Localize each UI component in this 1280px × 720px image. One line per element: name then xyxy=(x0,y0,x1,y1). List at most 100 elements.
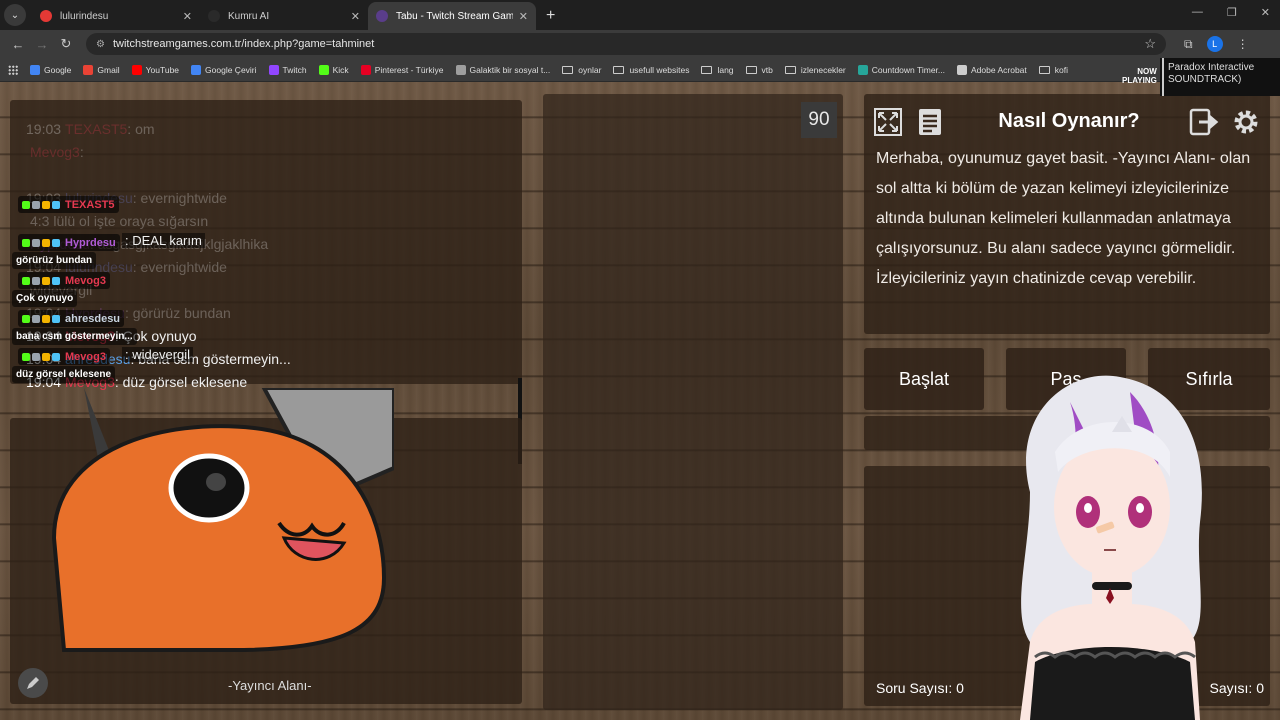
bookmark-label: Adobe Acrobat xyxy=(971,64,1027,75)
bookmark-favicon-icon xyxy=(455,64,466,75)
tab-tabu[interactable]: Tabu - Twitch Stream Games ✕ xyxy=(368,2,536,30)
overlay-inline-text: : widevergil xyxy=(122,347,194,362)
bookmark-label: Google Çeviri xyxy=(205,64,257,75)
new-tab-icon[interactable]: + xyxy=(546,7,555,25)
tab-search-icon[interactable]: ⌄ xyxy=(4,4,26,26)
close-tab-icon[interactable]: ✕ xyxy=(519,10,528,23)
extensions-icon[interactable]: ⧉ xyxy=(1184,37,1193,52)
close-window-icon[interactable]: ✕ xyxy=(1261,6,1270,19)
bookmark-label: Pinterest - Türkiye xyxy=(374,64,444,75)
restore-icon[interactable]: ❐ xyxy=(1227,6,1237,19)
tab-lulurindesu[interactable]: lulurindesu ✕ xyxy=(32,2,200,30)
overlay-username: Mevog3 xyxy=(65,274,106,287)
chat-timestamp: 19:03 xyxy=(26,121,62,137)
bookmark-item[interactable]: izlenecekler xyxy=(784,64,846,75)
bookmark-favicon-icon xyxy=(30,64,40,75)
tab-title: lulurindesu xyxy=(60,10,109,22)
bookmark-item[interactable]: Adobe Acrobat xyxy=(957,64,1027,75)
close-tab-icon[interactable]: ✕ xyxy=(351,10,360,23)
bookmark-item[interactable]: Google Çeviri xyxy=(191,64,257,75)
bookmark-item[interactable]: Countdown Timer... xyxy=(857,64,945,75)
site-favicon-icon xyxy=(376,10,388,22)
minimize-icon[interactable]: — xyxy=(1192,6,1203,19)
overlay-username: Mevog3 xyxy=(65,350,106,363)
bookmark-label: izlenecekler xyxy=(800,64,846,75)
overlay-chat-message: ahresdesu bana csm göstermeyin... xyxy=(12,308,302,346)
now-playing-title: Paradox Interactive SOUNDTRACK) xyxy=(1168,62,1255,85)
bookmark-item[interactable]: usefull websites xyxy=(613,65,689,75)
how-to-play-panel: Nasıl Oynanır? Merhaba, oyunumuz gayet b… xyxy=(864,94,1270,334)
chat-badge-icon xyxy=(22,352,30,361)
folder-icon xyxy=(745,65,757,74)
overlay-username: TEXAST5 xyxy=(65,198,115,211)
chat-badge-icon xyxy=(52,276,60,285)
bookmarks-bar: Google Gmail YouTube Google Çeviri Twitch Kic… xyxy=(0,58,1280,82)
streamer-area-label: -Yayıncı Alanı- xyxy=(228,678,312,693)
reload-icon[interactable]: ↻ xyxy=(54,36,78,52)
bookmark-item[interactable]: Gmail xyxy=(83,64,120,75)
pen-icon[interactable] xyxy=(18,668,48,698)
rules-document-icon[interactable] xyxy=(914,106,946,138)
bookmark-item[interactable]: kofi xyxy=(1038,65,1068,75)
chat-badge-icon xyxy=(42,352,50,361)
bookmark-label: oynlar xyxy=(578,64,602,75)
bookmark-item[interactable]: vtb xyxy=(745,64,773,75)
bookmark-favicon-icon xyxy=(191,64,202,75)
folder-icon xyxy=(1038,65,1050,74)
bookmark-item[interactable]: Pinterest - Türkiye xyxy=(360,64,444,75)
folder-icon xyxy=(613,65,625,74)
overlay-chat-message: Mevog3 Çok oynuyo xyxy=(12,270,302,308)
chat-badge-icon xyxy=(22,200,30,209)
exit-icon[interactable] xyxy=(1188,106,1220,138)
chat-username[interactable]: TEXAST5 xyxy=(65,121,127,137)
bookmark-item[interactable]: Galaktik bir sosyal t... xyxy=(455,64,551,75)
bookmark-item[interactable]: YouTube xyxy=(131,64,180,75)
bookmark-label: lang xyxy=(717,64,734,75)
pochita-image xyxy=(51,388,394,652)
tab-title: Tabu - Twitch Stream Games xyxy=(396,10,513,22)
back-icon[interactable]: ← xyxy=(6,37,30,52)
tab-kumru-ai[interactable]: Kumru AI ✕ xyxy=(200,2,368,30)
bookmark-label: vtb xyxy=(761,64,773,75)
forward-icon[interactable]: → xyxy=(30,37,54,52)
menu-icon[interactable]: ⋮ xyxy=(1237,37,1249,51)
chat-badge-icon xyxy=(42,238,50,247)
overlay-chat-header: Mevog3 xyxy=(18,348,110,365)
overlay-chat-message: Mevog3: widevergil düz görsel eklesene xyxy=(12,346,302,384)
apps-grid-icon[interactable] xyxy=(8,64,18,75)
fullscreen-icon[interactable] xyxy=(872,106,904,138)
chat-badge-icon xyxy=(52,200,60,209)
bookmark-item[interactable]: oynlar xyxy=(562,65,601,75)
bookmark-item[interactable]: Google xyxy=(30,64,71,75)
bookmark-item[interactable]: Kick xyxy=(318,64,349,75)
start-button[interactable]: Başlat xyxy=(864,348,984,410)
chat-message xyxy=(26,164,506,187)
close-tab-icon[interactable]: ✕ xyxy=(183,10,192,23)
bookmark-star-icon[interactable]: ☆ xyxy=(1144,36,1156,52)
bookmark-favicon-icon xyxy=(360,64,371,75)
bookmark-favicon-icon xyxy=(83,64,94,75)
profile-avatar[interactable]: L xyxy=(1206,36,1223,52)
bookmark-label: YouTube xyxy=(145,64,180,75)
chat-badge-icon xyxy=(52,314,60,323)
question-count-right: Sayısı: 0 xyxy=(1209,680,1264,696)
folder-icon xyxy=(784,65,796,74)
bookmark-favicon-icon xyxy=(131,64,142,75)
settings-gear-icon[interactable] xyxy=(1230,106,1262,138)
bookmark-label: Galaktik bir sosyal t... xyxy=(469,64,551,75)
bookmark-item[interactable]: lang xyxy=(701,64,734,75)
chat-badge-icon xyxy=(32,276,40,285)
game-area: 19:03TEXAST5: omMevog3: 19:03lulurindesu… xyxy=(0,82,1280,720)
chat-badge-icon xyxy=(32,314,40,323)
bookmark-item[interactable]: Twitch xyxy=(268,64,307,75)
address-bar[interactable]: ⚙ twitchstreamgames.com.tr/index.php?gam… xyxy=(86,33,1166,55)
chat-username[interactable]: Mevog3 xyxy=(30,144,80,160)
chat-badge-icon xyxy=(52,352,60,361)
overlay-chat-header: Hyprdesu xyxy=(18,234,120,251)
chat-badge-icon xyxy=(42,200,50,209)
chat-message: Mevog3: xyxy=(26,141,506,164)
window-controls: — ❐ ✕ xyxy=(1192,6,1270,19)
how-to-play-text: Merhaba, oyunumuz gayet basit. -Yayıncı … xyxy=(876,150,1251,287)
site-info-icon[interactable]: ⚙ xyxy=(96,39,105,50)
overlay-chat-message: TEXAST5 xyxy=(12,194,302,232)
